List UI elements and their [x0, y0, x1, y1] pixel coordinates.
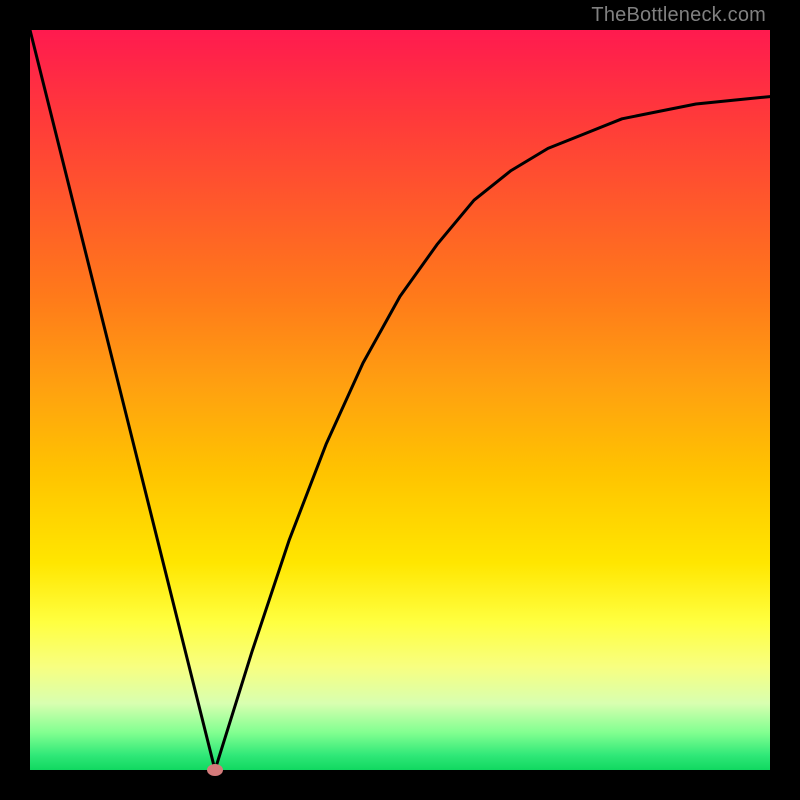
watermark-text: TheBottleneck.com [591, 4, 766, 27]
bottleneck-curve [30, 30, 770, 770]
chart-frame: TheBottleneck.com [0, 0, 800, 800]
minimum-marker [207, 764, 223, 776]
plot-area [30, 30, 770, 770]
